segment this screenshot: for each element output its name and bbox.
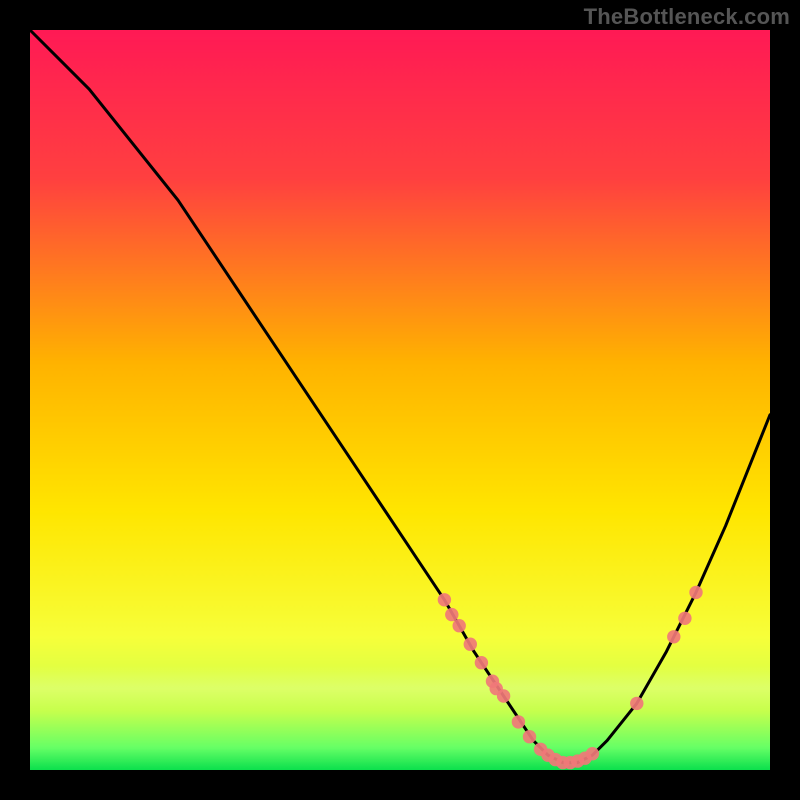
curve-marker	[445, 608, 458, 621]
curve-marker	[586, 747, 599, 760]
bottleneck-curve	[30, 30, 770, 770]
curve-marker	[523, 730, 536, 743]
curve-marker	[438, 593, 451, 606]
curve-path	[30, 30, 770, 763]
curve-marker	[667, 630, 680, 643]
curve-marker	[630, 697, 643, 710]
curve-marker	[678, 612, 691, 625]
curve-marker	[497, 689, 510, 702]
curve-marker	[689, 586, 702, 599]
curve-marker	[453, 619, 466, 632]
curve-marker	[512, 715, 525, 728]
curve-marker	[464, 638, 477, 651]
watermark-text: TheBottleneck.com	[584, 4, 790, 30]
chart-stage: TheBottleneck.com	[0, 0, 800, 800]
curve-marker	[475, 656, 488, 669]
